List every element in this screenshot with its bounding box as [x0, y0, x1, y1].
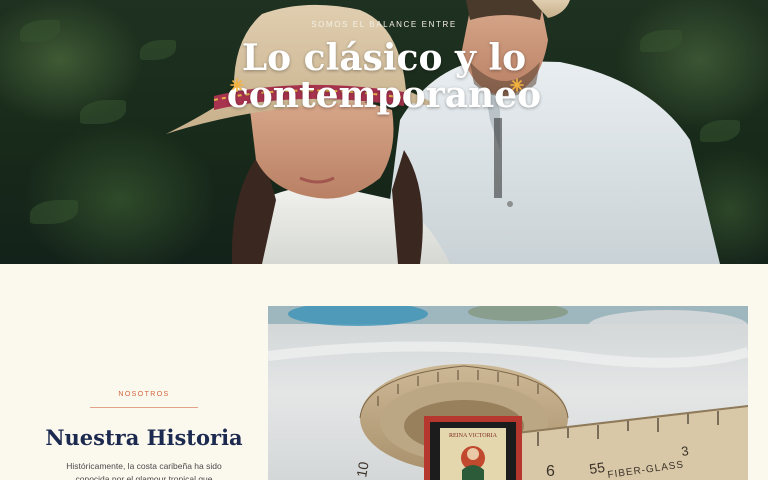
hero-title: Lo clásico y lo contemporaneo	[0, 40, 768, 114]
hero-title-line1: Lo clásico y lo	[241, 37, 527, 79]
card-label: REINA VICTORIA	[449, 433, 498, 439]
hero-title-line2: contemporaneo	[226, 74, 542, 116]
section-eyebrow: NOSOTROS	[118, 391, 170, 398]
measuring-tape-photo: 10 6 55 3 FIBER-GLASS REINA VICTORIA	[268, 306, 748, 480]
tape-number-55: 55	[588, 459, 606, 477]
tape-number-10: 10	[353, 460, 371, 478]
tape-number-6: 6	[546, 463, 555, 480]
sparkle-icon	[510, 78, 524, 92]
section-body-text: Históricamente, la costa caribeña ha sid…	[66, 461, 222, 480]
hero-eyebrow: SOMOS EL BALANCE ENTRE	[311, 20, 457, 29]
sparkle-icon	[230, 78, 244, 92]
eyebrow-divider	[90, 407, 198, 408]
section-title: Nuestra Historia	[45, 425, 243, 450]
hero-banner: SOMOS EL BALANCE ENTRE Lo clásico y lo c…	[0, 0, 768, 264]
about-section: NOSOTROS Nuestra Historia Históricamente…	[0, 264, 768, 480]
